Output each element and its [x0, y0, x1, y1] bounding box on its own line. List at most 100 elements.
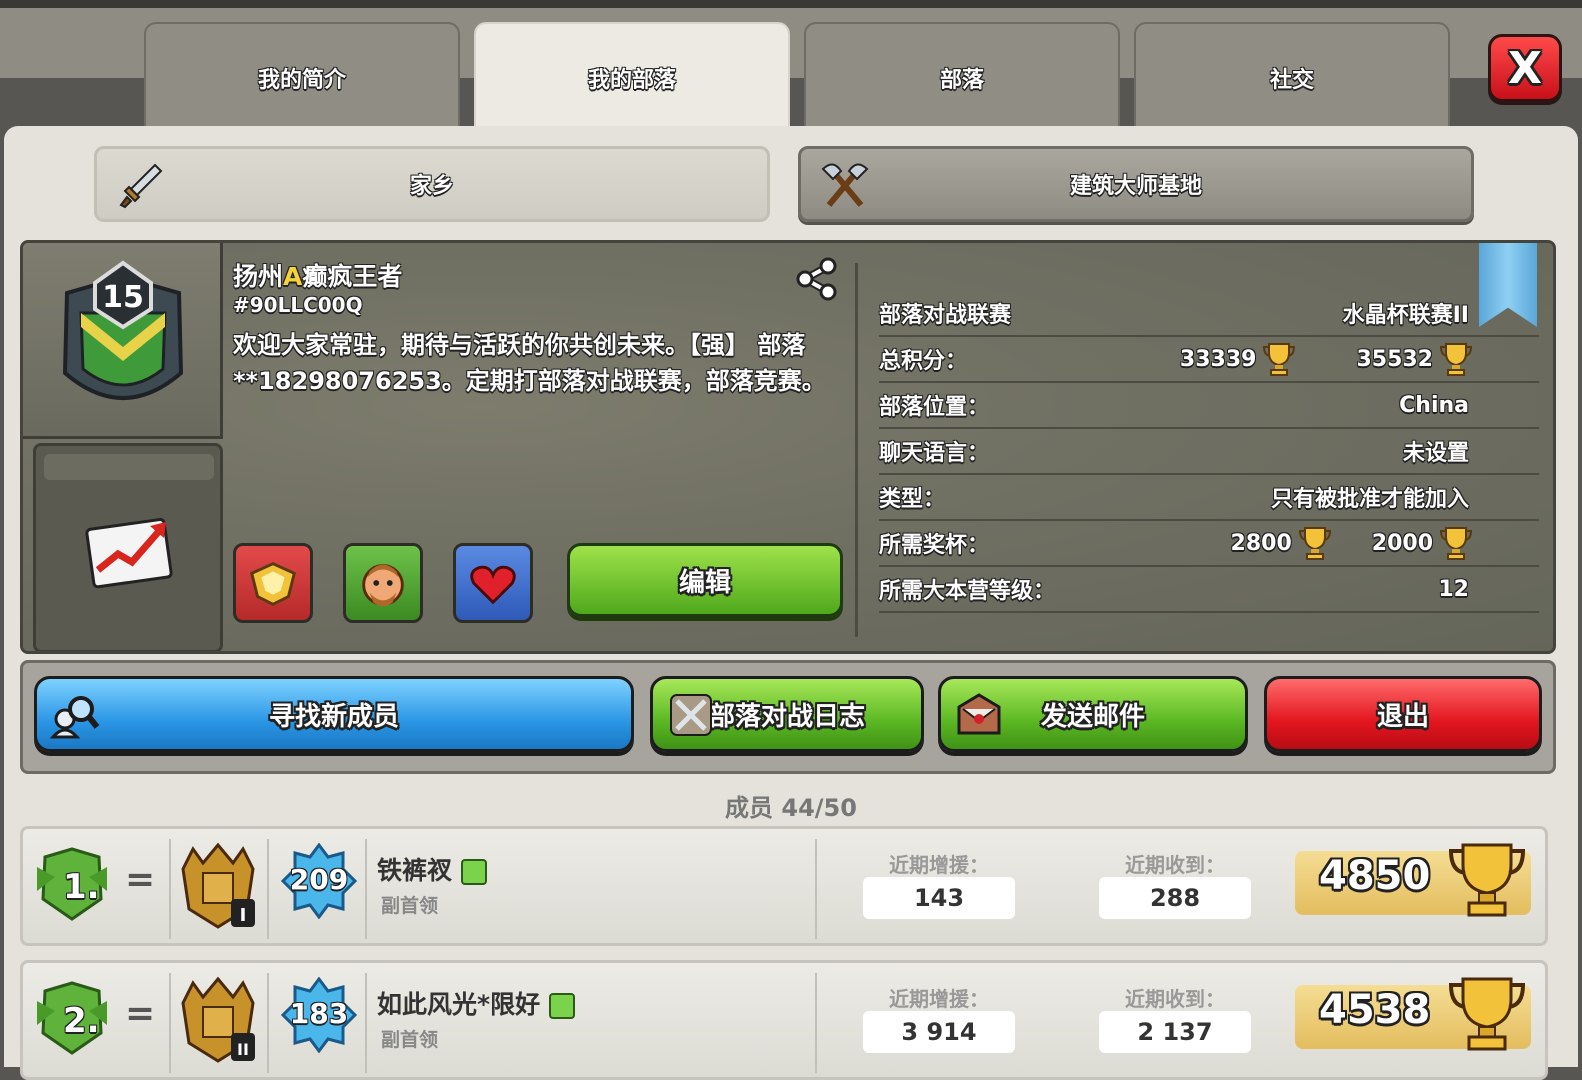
leave-clan-button[interactable]: 退出 [1264, 676, 1542, 752]
clan-badge-icon[interactable]: 15 [23, 243, 223, 439]
row-clan-war-league: 部落对战联赛 水晶杯联赛II [879, 291, 1539, 337]
subtab-label: 家乡 [409, 174, 454, 199]
location-label: 部落位置： [879, 395, 990, 420]
cell-divider [169, 973, 171, 1073]
th-level: II [237, 1040, 249, 1059]
clan-description: 欢迎大家常驻，期待与活跃的你共创未来。【强】 部落**18298076253。定… [233, 331, 826, 395]
tab-social[interactable]: 社交 [1134, 22, 1450, 132]
clan-level: 15 [102, 280, 144, 315]
friendly-challenge-button[interactable] [453, 543, 533, 623]
received-value: 288 [1099, 877, 1251, 919]
location-value: China [1399, 392, 1469, 418]
donated-label: 近期增援： [889, 987, 989, 1011]
war-log-label: 部落对战日志 [708, 701, 865, 732]
trophy-icon [1448, 843, 1526, 917]
language-value: 未设置 [1402, 441, 1469, 466]
cell-divider [815, 973, 817, 1073]
member-name: 如此风光*限好 [377, 985, 575, 1021]
edit-clan-button[interactable]: 编辑 [567, 543, 843, 617]
crossed-swords-icon [670, 694, 712, 736]
donated-value: 143 [863, 877, 1015, 919]
heart-icon [470, 565, 516, 605]
th-level: I [240, 905, 247, 926]
growth-chart-icon [85, 518, 173, 589]
tab-clans[interactable]: 部落 [804, 22, 1120, 132]
member-name-text: 铁裤衩 [377, 856, 453, 885]
cell-divider [365, 973, 367, 1073]
required-trophies-builder: 2000 [1371, 530, 1433, 556]
points-home-value: 33339 [1179, 346, 1257, 372]
row-clan-type: 类型： 只有被批准才能加入 [879, 475, 1539, 521]
league-label: 部落对战联赛 [879, 303, 1012, 328]
clan-name-suffix: 癫疯王者 [302, 262, 403, 291]
tab-my-profile[interactable]: 我的简介 [144, 22, 460, 132]
search-person-icon [49, 696, 100, 739]
clan-tag: #90LLC00Q [233, 293, 363, 317]
leave-label: 退出 [1376, 701, 1429, 732]
barbarian-icon [362, 564, 404, 607]
tab-label: 我的部落 [587, 68, 676, 93]
mail-label: 发送邮件 [1040, 701, 1145, 732]
find-label: 寻找新成员 [268, 701, 399, 732]
row-total-points: 总积分： 33339 35532 [879, 337, 1539, 383]
member-role: 副首领 [381, 1029, 439, 1051]
received-label: 近期收到： [1125, 853, 1225, 877]
trophy-icon [1439, 343, 1473, 376]
send-mail-button[interactable]: 发送邮件 [938, 676, 1248, 752]
trophy-icon [1298, 527, 1331, 560]
townhall-value: 12 [1438, 576, 1469, 602]
tab-my-clan[interactable]: 我的部落 [474, 22, 790, 134]
trophy-icon [1448, 977, 1526, 1051]
town-hall-icon: II [181, 976, 255, 1063]
type-value: 只有被批准才能加入 [1270, 487, 1469, 512]
member-row[interactable]: 2. = II 183 如此风光*限好 副首领 近期增援： 3 914 近期收到… [20, 960, 1548, 1080]
gold-crest-icon [250, 562, 296, 606]
points-label: 总积分： [879, 349, 968, 374]
close-button[interactable]: X [1488, 34, 1562, 102]
chat-icon [548, 993, 575, 1019]
info-divider [855, 263, 858, 637]
clan-games-button[interactable] [343, 543, 423, 623]
sword-icon [119, 163, 163, 209]
cell-divider [267, 973, 269, 1073]
xp-level: 209 [289, 863, 349, 896]
clan-war-log-button[interactable]: 部落对战日志 [650, 676, 924, 752]
trophy-icon [1439, 527, 1473, 560]
mail-icon [957, 693, 1001, 735]
type-label: 类型： [879, 487, 946, 512]
subtab-builder-base[interactable]: 建筑大师基地 [798, 146, 1474, 222]
town-hall-icon: I [181, 842, 255, 929]
clan-badge-frame: 15 [23, 243, 223, 439]
clan-info-panel: 15 扬州A癫疯王者 #90LLC00Q 欢迎大家常驻，期待与活跃的你共创未来。… [20, 240, 1556, 654]
clan-perks-button[interactable] [233, 543, 313, 623]
donated-label: 近期增援： [889, 853, 989, 877]
tab-label: 我的简介 [257, 68, 346, 93]
clan-stats-box[interactable] [33, 443, 223, 651]
member-role: 副首领 [381, 895, 439, 917]
league-value: 水晶杯联赛II [1342, 303, 1469, 328]
cell-divider [365, 839, 367, 939]
find-new-members-button[interactable]: 寻找新成员 [34, 676, 634, 752]
stats-header-bar [44, 454, 214, 480]
top-edge [0, 0, 1582, 8]
clan-name-prefix: 扬州 [233, 262, 284, 291]
cell-divider [815, 839, 817, 939]
rank-unchanged-icon: = [125, 859, 156, 900]
row-chat-language: 聊天语言： 未设置 [879, 429, 1539, 475]
xp-level: 183 [289, 997, 349, 1030]
member-name: 铁裤衩 [377, 851, 487, 887]
subtab-home-village[interactable]: 家乡 [94, 146, 770, 222]
member-row[interactable]: 1. = I 209 铁裤衩 副首领 近期增援： 143 近期收到： 288 4… [20, 826, 1548, 946]
subtab-label: 建筑大师基地 [1069, 174, 1202, 199]
tab-label: 社交 [1269, 68, 1314, 93]
language-label: 聊天语言： [879, 441, 990, 466]
close-icon: X [1508, 42, 1542, 94]
required-trophies-home: 2800 [1230, 530, 1292, 556]
cell-divider [169, 839, 171, 939]
rank-unchanged-icon: = [125, 993, 156, 1034]
donated-value: 3 914 [863, 1011, 1015, 1053]
chat-icon [460, 859, 487, 885]
share-icon[interactable] [793, 255, 841, 303]
cell-divider [267, 839, 269, 939]
edit-label: 编辑 [678, 567, 731, 598]
